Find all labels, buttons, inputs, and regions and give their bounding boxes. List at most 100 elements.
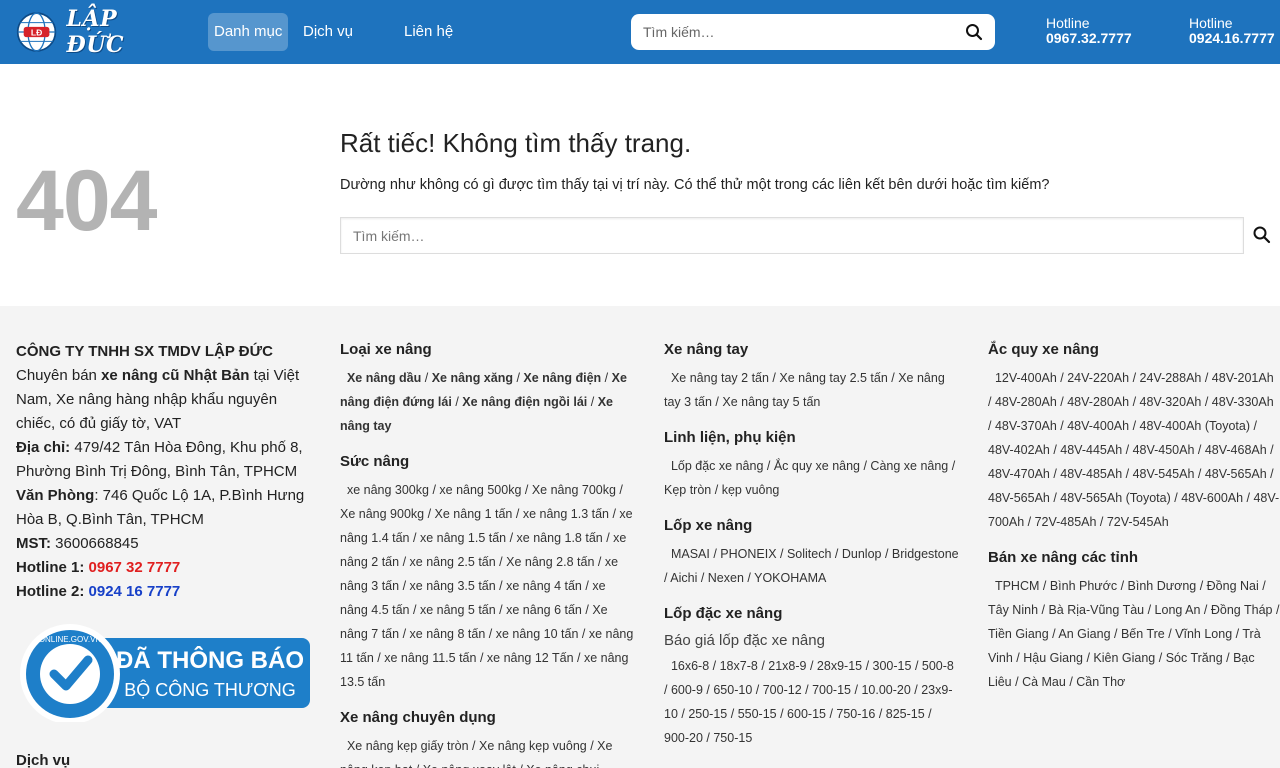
footer-link[interactable]: 48V-600Ah bbox=[1181, 491, 1243, 505]
footer-link[interactable]: Xe nâng 2.8 tấn bbox=[506, 555, 594, 569]
footer-link[interactable]: 48V-470Ah bbox=[988, 467, 1050, 481]
footer-link[interactable]: 700-15 bbox=[812, 683, 851, 697]
footer-section-title[interactable]: Lốp xe nâng bbox=[664, 516, 960, 536]
footer-link[interactable]: PHONEIX bbox=[720, 547, 776, 561]
footer-link[interactable]: Dunlop bbox=[842, 547, 882, 561]
footer-link[interactable]: Lốp đặc xe nâng bbox=[671, 459, 763, 473]
footer-link[interactable]: 48V-201Ah bbox=[1212, 371, 1274, 385]
hotline-1-number[interactable]: 0967 32 7777 bbox=[89, 559, 181, 576]
footer-link[interactable]: Kiên Giang bbox=[1093, 651, 1155, 665]
footer-link[interactable]: 825-15 bbox=[886, 707, 925, 721]
search-icon[interactable] bbox=[965, 23, 983, 41]
footer-link[interactable]: 48V-565Ah bbox=[1205, 467, 1267, 481]
footer-link[interactable]: 48V-402Ah bbox=[988, 443, 1050, 457]
footer-link[interactable]: 48V-400Ah bbox=[1067, 419, 1129, 433]
hotline-2-number[interactable]: 0924 16 7777 bbox=[89, 583, 181, 600]
footer-link[interactable]: Xe nâng 900kg bbox=[340, 507, 424, 521]
footer-link[interactable]: xe nâng 10 tấn bbox=[496, 627, 579, 641]
footer-link[interactable]: Xe nâng 1 tấn bbox=[435, 507, 513, 521]
footer-link[interactable]: Long An bbox=[1155, 603, 1201, 617]
footer-link[interactable]: xe nâng 1.5 tấn bbox=[420, 531, 506, 545]
error-search-input[interactable] bbox=[341, 218, 1243, 253]
footer-link[interactable]: 48V-485Ah bbox=[1060, 467, 1122, 481]
footer-link[interactable]: Xe nâng chui bbox=[526, 763, 599, 768]
footer-section-title[interactable]: Ắc quy xe nâng bbox=[988, 340, 1280, 360]
footer-link[interactable]: Tiền Giang bbox=[988, 627, 1049, 641]
header-search-input[interactable] bbox=[631, 14, 941, 50]
footer-link[interactable]: 18x7-8 bbox=[720, 659, 758, 673]
footer-link[interactable]: 21x8-9 bbox=[768, 659, 806, 673]
search-icon[interactable] bbox=[1252, 225, 1272, 245]
footer-link[interactable]: Ắc quy xe nâng bbox=[774, 459, 860, 473]
footer-link[interactable]: Tây Ninh bbox=[988, 603, 1038, 617]
footer-section-title[interactable]: Lốp đặc xe nâng bbox=[664, 604, 960, 624]
footer-link[interactable]: Solitech bbox=[787, 547, 831, 561]
footer-link[interactable]: xe nâng 8 tấn bbox=[410, 627, 486, 641]
footer-section-title[interactable]: Xe nâng tay bbox=[664, 340, 960, 360]
footer-link[interactable]: 48V-330Ah bbox=[1212, 395, 1274, 409]
footer-link[interactable]: 48V-280Ah bbox=[1067, 395, 1129, 409]
footer-link[interactable]: 48V-400Ah (Toyota) bbox=[1140, 419, 1251, 433]
footer-link[interactable]: Bà Rịa-Vũng Tàu bbox=[1048, 603, 1144, 617]
footer-link[interactable]: 600-9 bbox=[671, 683, 703, 697]
footer-link[interactable]: Càng xe nâng bbox=[870, 459, 948, 473]
footer-link[interactable]: Xe nâng điện ngồi lái bbox=[462, 395, 587, 409]
footer-link[interactable]: xe nâng 3.5 tấn bbox=[410, 579, 496, 593]
footer-link[interactable]: YOKOHAMA bbox=[754, 571, 826, 585]
nav-dich-vu[interactable]: Dịch vụ bbox=[297, 13, 359, 51]
footer-link[interactable]: Bến Tre bbox=[1121, 627, 1165, 641]
footer-link[interactable]: 900-20 bbox=[664, 731, 703, 745]
footer-link[interactable]: Xe nâng dầu bbox=[347, 371, 421, 385]
footer-link[interactable]: Bình Dương bbox=[1128, 579, 1197, 593]
footer-link[interactable]: Bình Phước bbox=[1050, 579, 1117, 593]
nav-danh-muc[interactable]: Danh mục bbox=[208, 13, 289, 51]
footer-link[interactable]: 12V-400Ah bbox=[995, 371, 1057, 385]
footer-link[interactable]: 72V-485Ah bbox=[1035, 515, 1097, 529]
site-logo[interactable]: LĐ LẬP ĐỨC bbox=[16, 6, 166, 58]
footer-link[interactable]: 650-10 bbox=[713, 683, 752, 697]
footer-link[interactable]: 72V-545Ah bbox=[1107, 515, 1169, 529]
footer-link[interactable]: MASAI bbox=[671, 547, 710, 561]
footer-link[interactable]: 550-15 bbox=[738, 707, 777, 721]
header-hotline-1[interactable]: Hotline 0967.32.7777 bbox=[1046, 16, 1132, 46]
footer-link[interactable]: 700-12 bbox=[763, 683, 802, 697]
footer-link[interactable]: Nexen bbox=[708, 571, 744, 585]
footer-link[interactable]: xe nâng 5 tấn bbox=[420, 603, 496, 617]
header-hotline-2[interactable]: Hotline 0924.16.7777 bbox=[1189, 16, 1275, 46]
footer-link[interactable]: 600-15 bbox=[787, 707, 826, 721]
footer-link[interactable]: xe nâng 4 tấn bbox=[506, 579, 582, 593]
footer-link[interactable]: Bridgestone bbox=[892, 547, 959, 561]
footer-link[interactable]: 48V-545Ah bbox=[1133, 467, 1195, 481]
footer-section-title[interactable]: Sức nâng bbox=[340, 452, 636, 472]
footer-link[interactable]: Đồng Tháp bbox=[1211, 603, 1273, 617]
footer-link[interactable]: xe nâng 1.8 tấn bbox=[517, 531, 603, 545]
footer-link[interactable]: 48V-565Ah (Toyota) bbox=[1060, 491, 1171, 505]
footer-link[interactable]: Cần Thơ bbox=[1076, 675, 1125, 689]
footer-link[interactable]: Sóc Trăng bbox=[1166, 651, 1223, 665]
footer-link[interactable]: 48V-445Ah bbox=[1060, 443, 1122, 457]
footer-link[interactable]: Xe nâng tay 5 tấn bbox=[722, 395, 820, 409]
footer-link[interactable]: kẹp vuông bbox=[722, 483, 780, 497]
footer-link[interactable]: TPHCM bbox=[995, 579, 1039, 593]
footer-link[interactable]: 16x6-8 bbox=[671, 659, 709, 673]
footer-section-title[interactable]: Linh liện, phụ kiện bbox=[664, 428, 960, 448]
footer-section-title[interactable]: Bán xe nâng các tỉnh bbox=[988, 548, 1280, 568]
footer-link[interactable]: 250-15 bbox=[688, 707, 727, 721]
footer-link[interactable]: An Giang bbox=[1058, 627, 1110, 641]
footer-link[interactable]: xe nâng 2.5 tấn bbox=[410, 555, 496, 569]
footer-link[interactable]: Xe nâng tay 2.5 tấn bbox=[779, 371, 887, 385]
footer-link[interactable]: Xe nâng kẹp vuông bbox=[479, 739, 587, 753]
footer-section-title[interactable]: Loại xe nâng bbox=[340, 340, 636, 360]
footer-link[interactable]: 24V-220Ah bbox=[1067, 371, 1129, 385]
footer-section-title[interactable]: Xe nâng chuyên dụng bbox=[340, 708, 636, 728]
footer-link[interactable]: Xe nâng kẹp giấy tròn bbox=[347, 739, 469, 753]
footer-link[interactable]: xe nâng 1.3 tấn bbox=[523, 507, 609, 521]
footer-link[interactable]: xe nâng 300kg bbox=[347, 483, 429, 497]
nav-lien-he[interactable]: Liên hệ bbox=[398, 13, 459, 51]
footer-link[interactable]: Đồng Nai bbox=[1207, 579, 1259, 593]
footer-link[interactable]: 300-15 bbox=[873, 659, 912, 673]
bo-cong-thuong-badge[interactable]: ONLINE.GOV.VN ĐÃ THÔNG BÁO BỘ CÔNG THƯƠN… bbox=[18, 622, 318, 722]
footer-link[interactable]: Vĩnh Long bbox=[1175, 627, 1232, 641]
footer-link[interactable]: 48V-320Ah bbox=[1140, 395, 1202, 409]
footer-link[interactable]: 28x9-15 bbox=[817, 659, 862, 673]
